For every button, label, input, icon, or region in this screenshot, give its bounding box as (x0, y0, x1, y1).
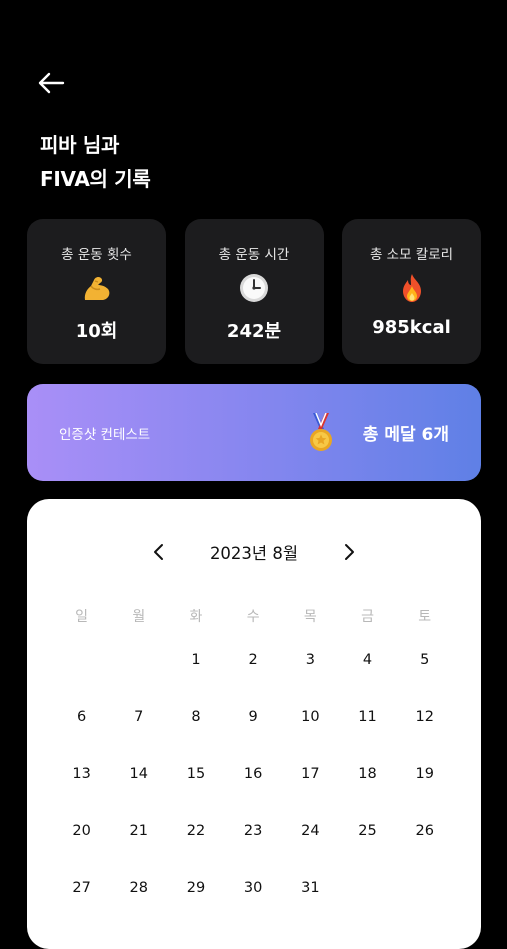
calendar-day[interactable]: 17 (282, 746, 339, 803)
calendar-day[interactable]: 13 (53, 746, 110, 803)
calendar-day[interactable]: 26 (396, 803, 453, 860)
calendar-day[interactable]: 8 (167, 689, 224, 746)
calendar-day[interactable]: 2 (225, 632, 282, 689)
calendar-day[interactable]: 29 (167, 860, 224, 917)
stat-label: 총 소모 칼로리 (369, 247, 454, 263)
medal-count: 총 메달 6개 (362, 425, 449, 445)
calendar-day[interactable]: 5 (396, 632, 453, 689)
calendar-day[interactable]: 28 (110, 860, 167, 917)
calendar-day[interactable]: 7 (110, 689, 167, 746)
prev-month-button[interactable] (144, 537, 174, 567)
weekday-label: 월 (132, 609, 146, 625)
stat-card-calories: 총 소모 칼로리 985kcal (342, 219, 481, 364)
calendar-nav: 2023년 8월 (27, 537, 481, 567)
calendar-day[interactable]: 15 (167, 746, 224, 803)
calendar-day[interactable]: 19 (396, 746, 453, 803)
stat-card-workout-time: 총 운동 시간 242분 (184, 219, 324, 364)
calendar-day[interactable]: 3 (282, 632, 339, 689)
stat-label: 총 운동 시간 (218, 247, 290, 263)
calendar-day[interactable]: 27 (53, 860, 110, 917)
weekday-label: 금 (361, 609, 374, 625)
stat-value: 10회 (75, 321, 118, 342)
stat-card-workout-count: 총 운동 횟수 10회 (27, 219, 166, 364)
arrow-left-icon (38, 72, 65, 94)
weekday-label: 일 (75, 609, 89, 625)
calendar-day[interactable]: 18 (339, 746, 396, 803)
weekday-label: 토 (418, 609, 432, 625)
medal-icon (309, 412, 332, 451)
calendar-card: 2023년 8월 일 월 화 수 목 금 토 1 2 3 4 5 6 7 8 9 10 11 12 13… (27, 499, 481, 949)
fire-icon (395, 271, 429, 305)
back-button[interactable] (34, 66, 68, 100)
title-line-1: 피바 님과 (40, 133, 120, 157)
calendar-day[interactable]: 1 (167, 632, 224, 689)
flexed-biceps-icon (80, 271, 114, 305)
calendar-day[interactable]: 16 (225, 746, 282, 803)
calendar-day[interactable]: 9 (225, 689, 282, 746)
calendar-day[interactable]: 20 (53, 803, 110, 860)
calendar-empty-cell (53, 632, 110, 689)
stat-label: 총 운동 횟수 (61, 247, 132, 263)
calendar-day[interactable]: 21 (110, 803, 167, 860)
chevron-right-icon (345, 544, 354, 560)
calendar-day[interactable]: 14 (110, 746, 167, 803)
stat-value: 242분 (226, 321, 282, 342)
calendar-day[interactable]: 30 (225, 860, 282, 917)
calendar-day[interactable]: 24 (282, 803, 339, 860)
calendar-day[interactable]: 10 (282, 689, 339, 746)
next-month-button[interactable] (334, 537, 364, 567)
calendar-day[interactable]: 11 (339, 689, 396, 746)
calendar-day[interactable]: 12 (396, 689, 453, 746)
calendar-day[interactable]: 25 (339, 803, 396, 860)
weekday-label: 수 (246, 609, 260, 625)
page-title: 피바 님과 FIVA의 기록 (40, 128, 151, 196)
contest-banner[interactable]: 인증샷 컨테스트 총 메달 6개 (27, 384, 481, 481)
title-line-2: FIVA의 기록 (40, 167, 151, 191)
banner-label: 인증샷 컨테스트 (59, 426, 151, 443)
calendar-month-title: 2023년 8월 (209, 544, 299, 563)
calendar-day[interactable]: 6 (53, 689, 110, 746)
calendar-day[interactable]: 22 (167, 803, 224, 860)
weekday-label: 화 (189, 609, 203, 625)
stat-value: 985kcal (372, 317, 451, 338)
clock-icon (237, 271, 271, 305)
weekday-label: 목 (303, 609, 317, 625)
calendar-day[interactable]: 31 (282, 860, 339, 917)
calendar-day[interactable]: 23 (225, 803, 282, 860)
calendar-grid: 일 월 화 수 목 금 토 1 2 3 4 5 6 7 8 9 10 11 12 13 14 15 16 17 1… (53, 602, 453, 917)
calendar-day[interactable]: 4 (339, 632, 396, 689)
stats-row: 총 운동 횟수 10회 총 운동 시간 242분 총 소모 칼로리 985kca… (27, 219, 481, 364)
calendar-empty-cell (110, 632, 167, 689)
chevron-left-icon (154, 544, 163, 560)
